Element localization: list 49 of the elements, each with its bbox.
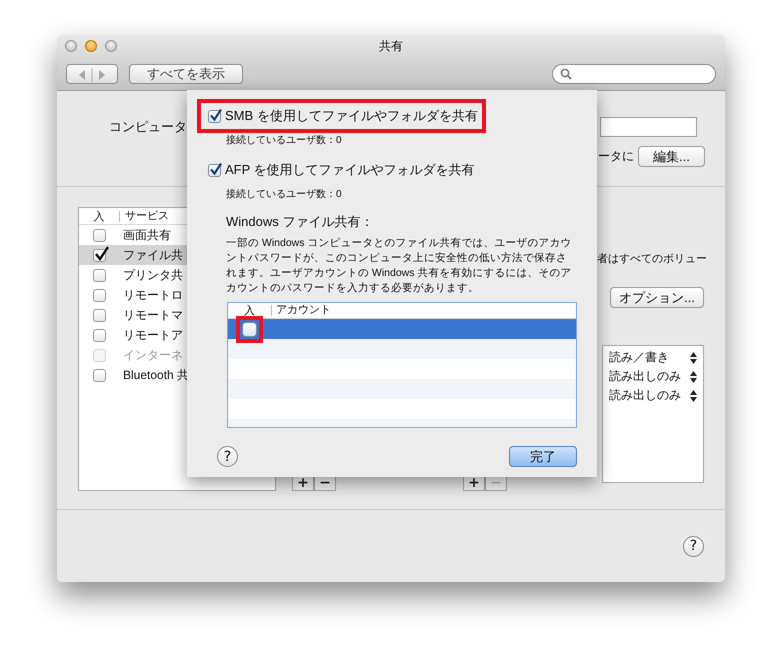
column-header: サービス xyxy=(119,210,169,222)
checkbox[interactable] xyxy=(93,268,106,282)
zoom-icon[interactable] xyxy=(105,40,117,52)
checkbox[interactable] xyxy=(93,328,106,342)
checkbox[interactable] xyxy=(242,322,257,336)
column-header: アカウント xyxy=(271,305,331,316)
edit-button[interactable]: 編集... xyxy=(638,146,705,167)
column-header: 入 xyxy=(243,304,256,318)
address-text: ータに xyxy=(598,148,634,165)
section-heading: Windows ファイル共有： xyxy=(226,213,374,231)
service-name: インターネ xyxy=(123,346,183,364)
checkbox[interactable] xyxy=(93,248,106,262)
up-down-icon[interactable] xyxy=(690,390,697,402)
service-name: 画面共有 xyxy=(123,226,171,244)
service-name: リモートロ xyxy=(123,286,183,304)
back-forward-control[interactable] xyxy=(66,64,118,84)
up-down-icon[interactable] xyxy=(690,370,697,382)
close-icon[interactable] xyxy=(65,40,77,52)
search-field[interactable] xyxy=(552,64,716,84)
options-note: 者はすべてのボリュー xyxy=(597,252,707,266)
computer-name-label: コンピュータ xyxy=(109,118,187,136)
service-name: ファイル共 xyxy=(123,246,183,264)
checkbox[interactable] xyxy=(93,288,106,302)
show-all-button[interactable]: すべてを表示 xyxy=(129,64,243,84)
options-button[interactable]: オプション... xyxy=(610,287,704,308)
user-count: 接続しているユーザ数：0 xyxy=(226,134,343,148)
checkbox[interactable] xyxy=(93,308,106,322)
up-down-icon[interactable] xyxy=(690,352,697,364)
checkbox[interactable] xyxy=(208,164,221,176)
computer-name-field[interactable] xyxy=(600,117,697,137)
minimize-icon[interactable] xyxy=(85,40,97,52)
checkbox-label: SMB を使用してファイルやフォルダを共有 xyxy=(225,107,478,125)
help-button[interactable]: ? xyxy=(217,446,238,467)
checkbox[interactable] xyxy=(93,228,106,242)
checkbox[interactable] xyxy=(208,110,221,122)
permission-popup[interactable]: 読み出しのみ xyxy=(609,368,681,385)
service-name: プリンタ共 xyxy=(123,266,183,284)
search-icon xyxy=(560,68,572,80)
user-count: 接続しているユーザ数：0 xyxy=(226,188,343,202)
permission-popup[interactable]: 読み出しのみ xyxy=(609,387,681,404)
column-header: 入 xyxy=(92,210,106,224)
done-button[interactable]: 完了 xyxy=(509,446,577,467)
permission-popup[interactable]: 読み／書き xyxy=(609,349,669,366)
service-name: リモートマ xyxy=(123,306,183,324)
service-name: リモートア xyxy=(123,326,183,344)
help-button[interactable]: ? xyxy=(683,536,704,556)
checkbox[interactable] xyxy=(93,368,106,382)
checkbox-label: AFP を使用してファイルやフォルダを共有 xyxy=(225,161,475,179)
window-title: 共有 xyxy=(379,38,403,54)
